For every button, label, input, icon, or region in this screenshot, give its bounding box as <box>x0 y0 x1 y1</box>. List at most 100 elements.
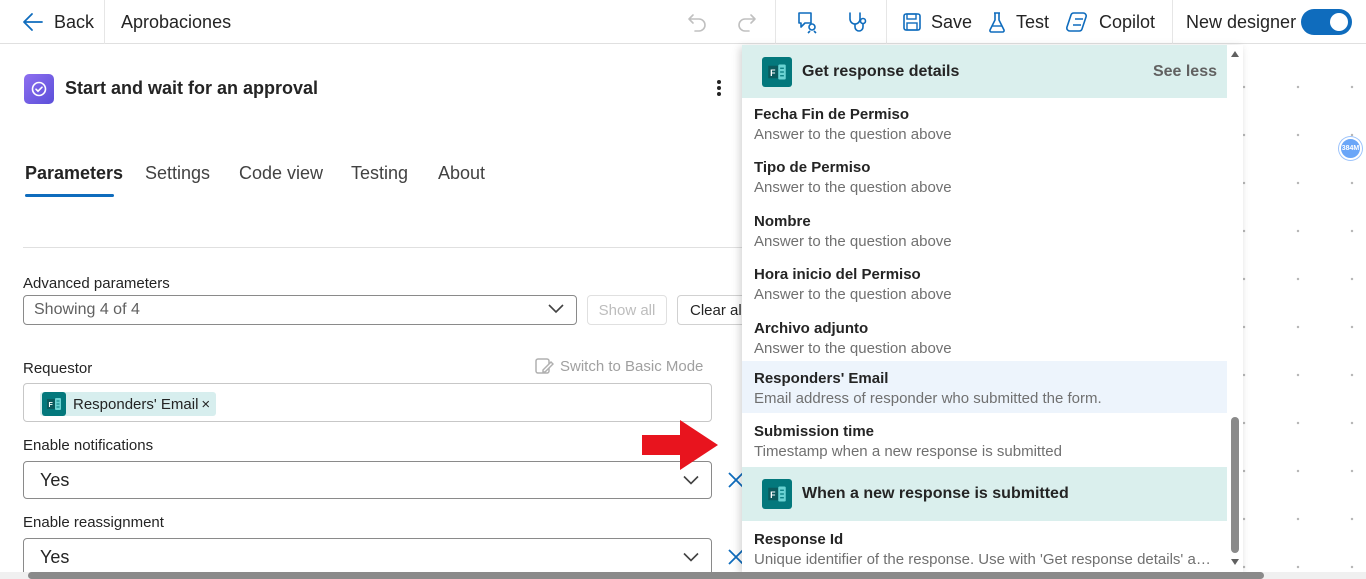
list-item[interactable]: Fecha Fin de Permiso Answer to the quest… <box>742 98 1227 151</box>
svg-text:F: F <box>770 490 776 500</box>
switch-basic-mode-label: Switch to Basic Mode <box>560 357 704 375</box>
copilot-button[interactable]: Copilot <box>1066 0 1155 44</box>
undo-icon[interactable] <box>686 0 708 44</box>
arrow-left-icon <box>22 11 44 33</box>
list-item[interactable]: Hora inicio del Permiso Answer to the qu… <box>742 258 1227 311</box>
divider <box>104 0 105 44</box>
back-label: Back <box>54 11 95 32</box>
enable-notifications-label: Enable notifications <box>23 437 154 454</box>
requestor-input[interactable]: F Responders' Email × <box>23 383 712 422</box>
list-item[interactable]: Tipo de Permiso Answer to the question a… <box>742 151 1227 204</box>
scroll-up-icon[interactable] <box>1231 51 1239 57</box>
scrollbar-thumb[interactable] <box>1231 417 1239 553</box>
divider <box>886 0 887 44</box>
chevron-down-icon <box>548 301 564 319</box>
dynamic-content-token[interactable]: F Responders' Email × <box>40 392 217 416</box>
redo-icon[interactable] <box>736 0 758 44</box>
toggle-knob <box>1330 13 1348 31</box>
approval-icon <box>24 74 54 104</box>
item-description: Answer to the question above <box>754 126 952 143</box>
see-less-link[interactable]: See less <box>1153 63 1217 81</box>
test-label: Test <box>1016 11 1050 32</box>
enable-reassignment-select[interactable]: Yes <box>23 538 712 572</box>
canvas-node-badge[interactable]: 384M <box>1339 137 1362 160</box>
flow-canvas[interactable] <box>1243 45 1366 572</box>
dynamic-content-dropdown: F Get response details See less Fecha Fi… <box>742 45 1243 572</box>
back-button[interactable]: Back <box>22 0 94 44</box>
item-title: Responders' Email <box>754 370 889 387</box>
advanced-parameters-select[interactable]: Showing 4 of 4 <box>23 295 577 325</box>
chevron-down-icon <box>683 547 699 568</box>
section-title: When a new response is submitted <box>802 485 1069 502</box>
section-header-get-response-details: F Get response details See less <box>742 45 1227 98</box>
forms-icon: F <box>762 56 792 87</box>
tab-parameters[interactable]: Parameters <box>25 163 123 184</box>
divider <box>23 247 744 248</box>
test-button[interactable]: Test <box>987 0 1049 44</box>
more-options-icon[interactable] <box>711 77 727 99</box>
forms-icon: F <box>42 392 66 416</box>
forms-icon: F <box>762 479 792 509</box>
action-title: Start and wait for an approval <box>65 78 319 98</box>
flask-icon <box>987 11 1007 33</box>
list-item-selected[interactable]: Responders' Email Email address of respo… <box>742 361 1227 413</box>
divider <box>775 0 776 44</box>
enable-reassignment-label: Enable reassignment <box>23 514 164 531</box>
enable-notifications-value: Yes <box>40 469 70 490</box>
item-title: Fecha Fin de Permiso <box>754 106 910 123</box>
item-title: Response Id <box>754 531 844 548</box>
item-description: Answer to the question above <box>754 233 952 250</box>
new-designer-toggle[interactable] <box>1301 0 1352 44</box>
save-icon <box>902 12 922 32</box>
save-button[interactable]: Save <box>902 0 972 44</box>
svg-text:F: F <box>770 67 776 77</box>
advanced-parameters-value: Showing 4 of 4 <box>34 301 140 318</box>
save-label: Save <box>931 11 973 32</box>
token-remove-icon[interactable]: × <box>201 396 210 413</box>
tab-testing[interactable]: Testing <box>351 163 408 184</box>
scrollbar-thumb[interactable] <box>28 572 1264 579</box>
tab-about[interactable]: About <box>438 163 485 184</box>
token-label: Responders' Email <box>73 395 199 413</box>
flow-name: Aprobaciones <box>121 11 232 32</box>
list-item[interactable]: Response Id Unique identifier of the res… <box>742 523 1227 572</box>
svg-text:F: F <box>49 402 54 409</box>
scroll-down-icon[interactable] <box>1231 559 1239 565</box>
item-description: Timestamp when a new response is submitt… <box>754 443 1062 460</box>
red-arrow-annotation <box>642 420 720 475</box>
flow-checker-icon[interactable] <box>795 0 819 44</box>
clear-all-button[interactable]: Clear all <box>677 295 744 325</box>
item-title: Tipo de Permiso <box>754 159 871 176</box>
tab-settings[interactable]: Settings <box>145 163 210 184</box>
stethoscope-icon[interactable] <box>845 0 869 44</box>
toggle-track <box>1301 9 1352 35</box>
enable-notifications-select[interactable]: Yes <box>23 461 712 499</box>
item-description: Answer to the question above <box>754 286 952 303</box>
dropdown-scrollbar[interactable] <box>1227 45 1243 572</box>
enable-reassignment-value: Yes <box>40 546 70 567</box>
active-tab-indicator <box>25 194 114 197</box>
item-title: Archivo adjunto <box>754 320 869 337</box>
action-config-panel: Start and wait for an approval Parameter… <box>4 45 744 572</box>
item-title: Nombre <box>754 213 811 230</box>
horizontal-scrollbar[interactable] <box>0 572 1366 579</box>
advanced-parameters-label: Advanced parameters <box>23 275 170 292</box>
item-description: Unique identifier of the response. Use w… <box>754 551 1214 568</box>
edit-switch-icon <box>534 356 554 376</box>
section-header-new-response: F When a new response is submitted <box>742 467 1227 521</box>
requestor-label: Requestor <box>23 360 93 377</box>
switch-basic-mode-button[interactable]: Switch to Basic Mode <box>534 356 703 376</box>
list-item[interactable]: Submission time Timestamp when a new res… <box>742 415 1227 467</box>
item-description: Email address of responder who submitted… <box>754 390 1102 407</box>
new-designer-label: New designer <box>1186 11 1297 32</box>
show-all-button[interactable]: Show all <box>587 295 667 325</box>
item-description: Answer to the question above <box>754 340 952 357</box>
item-title: Submission time <box>754 423 875 440</box>
copilot-icon <box>1066 11 1090 33</box>
divider <box>1172 0 1173 44</box>
list-item[interactable]: Archivo adjunto Answer to the question a… <box>742 312 1227 365</box>
list-item[interactable]: Nombre Answer to the question above <box>742 205 1227 258</box>
tab-code-view[interactable]: Code view <box>239 163 323 184</box>
top-bar: Back Aprobaciones Save Test Copilot New … <box>0 0 1366 44</box>
copilot-label: Copilot <box>1099 11 1156 32</box>
